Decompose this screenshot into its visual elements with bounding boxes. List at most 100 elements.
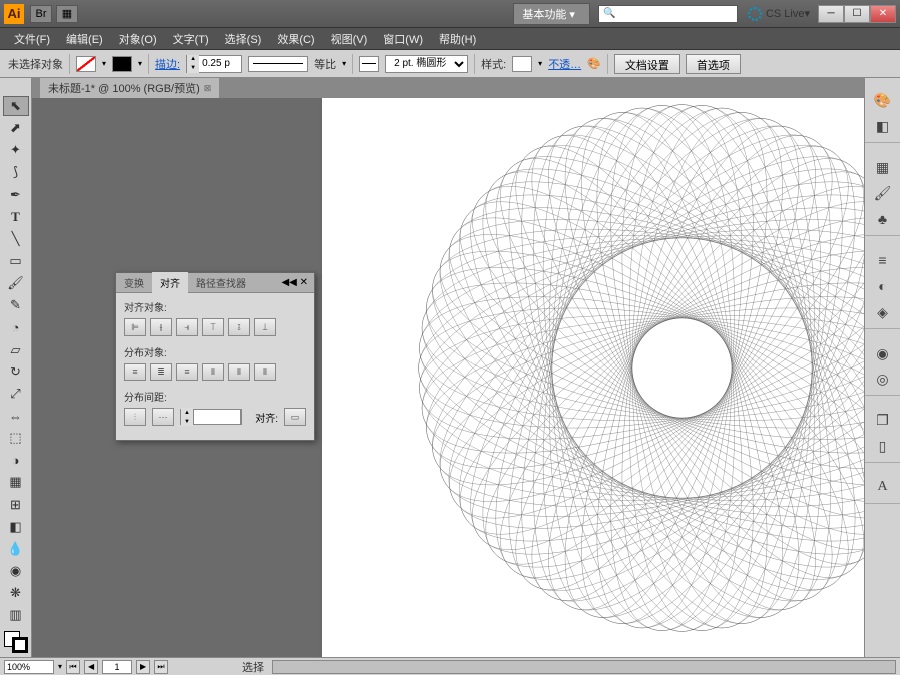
character-panel-icon[interactable]: A: [871, 475, 895, 499]
close-button[interactable]: ✕: [870, 5, 896, 23]
dist-vspace-button[interactable]: ⫶: [124, 408, 146, 426]
page-input[interactable]: [102, 660, 132, 674]
horizontal-scrollbar[interactable]: [272, 660, 896, 674]
close-tab-icon[interactable]: ⊠: [204, 83, 212, 94]
layers-panel-icon[interactable]: ❐: [871, 408, 895, 432]
align-top-button[interactable]: ⟙: [202, 318, 224, 336]
dist-vcenter-button[interactable]: ≣: [150, 363, 172, 381]
prev-page-button[interactable]: ◀: [84, 660, 98, 674]
menu-object[interactable]: 对象(O): [111, 31, 165, 47]
magic-wand-tool[interactable]: ✦: [3, 140, 29, 160]
next-page-button[interactable]: ▶: [136, 660, 150, 674]
align-tab[interactable]: 对齐: [152, 272, 188, 293]
color-guide-icon[interactable]: ◧: [871, 114, 895, 138]
distribute-spacing-label: 分布间距:: [124, 389, 306, 404]
cslive-button[interactable]: CS Live ▾: [748, 7, 810, 21]
align-objects-label: 对齐对象:: [124, 299, 306, 314]
align-left-button[interactable]: ⊫: [124, 318, 146, 336]
menu-select[interactable]: 选择(S): [217, 31, 270, 47]
zoom-input[interactable]: [4, 660, 54, 674]
line-tool[interactable]: ╲: [3, 229, 29, 249]
direct-selection-tool[interactable]: ⬈: [3, 118, 29, 138]
align-right-button[interactable]: ⫣: [176, 318, 198, 336]
search-input[interactable]: 🔍: [598, 5, 738, 23]
dist-hcenter-button[interactable]: ⦀: [228, 363, 250, 381]
last-page-button[interactable]: ⏭: [154, 660, 168, 674]
document-tab[interactable]: 未标题-1* @ 100% (RGB/预览)⊠: [40, 78, 219, 98]
panel-collapse-icon[interactable]: ◀◀ ✕: [275, 277, 314, 288]
artboards-panel-icon[interactable]: ▯: [871, 434, 895, 458]
symbol-sprayer-tool[interactable]: ❋: [3, 583, 29, 603]
color-picker[interactable]: [4, 631, 28, 653]
minimize-button[interactable]: ─: [818, 5, 844, 23]
align-bottom-button[interactable]: ⟘: [254, 318, 276, 336]
gradient-panel-icon[interactable]: ◐: [871, 274, 895, 298]
blend-tool[interactable]: ◉: [3, 561, 29, 581]
bridge-button[interactable]: Br: [30, 5, 52, 23]
shape-builder-tool[interactable]: ◑: [3, 450, 29, 470]
pencil-tool[interactable]: ✎: [3, 295, 29, 315]
menu-type[interactable]: 文字(T): [165, 31, 217, 47]
swatches-panel-icon[interactable]: ▦: [871, 155, 895, 179]
mesh-tool[interactable]: ⊞: [3, 495, 29, 515]
dist-right-button[interactable]: ⦀: [254, 363, 276, 381]
type-tool[interactable]: T: [3, 207, 29, 227]
fill-swatch[interactable]: [76, 56, 96, 72]
profile-select[interactable]: 2 pt. 椭圆形: [385, 55, 468, 73]
menu-view[interactable]: 视图(V): [323, 31, 376, 47]
stroke-weight-input[interactable]: ▲▼: [186, 55, 242, 73]
stroke-swatch[interactable]: [112, 56, 132, 72]
styles-panel-icon[interactable]: ◎: [871, 367, 895, 391]
spacing-input[interactable]: [193, 409, 241, 425]
stroke-dash-preview[interactable]: [248, 56, 308, 72]
free-transform-tool[interactable]: ⬚: [3, 428, 29, 448]
dist-hspace-button[interactable]: ⋯: [152, 408, 174, 426]
stroke-link[interactable]: 描边:: [155, 56, 180, 72]
first-page-button[interactable]: ⏮: [66, 660, 80, 674]
menu-window[interactable]: 窗口(W): [375, 31, 431, 47]
recolor-icon[interactable]: 🎨: [587, 57, 601, 70]
graph-tool[interactable]: ▥: [3, 605, 29, 625]
transparency-panel-icon[interactable]: ◈: [871, 300, 895, 324]
perspective-tool[interactable]: ▦: [3, 472, 29, 492]
stroke-panel-icon[interactable]: ≡: [871, 248, 895, 272]
brushes-panel-icon[interactable]: 🖌: [871, 181, 895, 205]
style-swatch[interactable]: [512, 56, 532, 72]
symbols-panel-icon[interactable]: ♣: [871, 207, 895, 231]
eyedropper-tool[interactable]: 💧: [3, 539, 29, 559]
appearance-panel-icon[interactable]: ◉: [871, 341, 895, 365]
menu-edit[interactable]: 编辑(E): [58, 31, 111, 47]
dist-left-button[interactable]: ⦀: [202, 363, 224, 381]
dist-top-button[interactable]: ≡: [124, 363, 146, 381]
selection-tool[interactable]: ⬉: [3, 96, 29, 116]
doc-setup-button[interactable]: 文档设置: [614, 54, 680, 74]
paintbrush-tool[interactable]: 🖌: [3, 273, 29, 293]
align-to-button[interactable]: ▭: [284, 408, 306, 426]
transform-tab[interactable]: 变换: [116, 272, 152, 293]
color-panel-icon[interactable]: 🎨: [871, 88, 895, 112]
maximize-button[interactable]: ☐: [844, 5, 870, 23]
rectangle-tool[interactable]: ▭: [3, 251, 29, 271]
lasso-tool[interactable]: ⟆: [3, 162, 29, 182]
eraser-tool[interactable]: ▱: [3, 340, 29, 360]
profile-preview[interactable]: [359, 56, 379, 72]
dist-bottom-button[interactable]: ≡: [176, 363, 198, 381]
align-hcenter-button[interactable]: ⫲: [150, 318, 172, 336]
rotate-tool[interactable]: ↻: [3, 362, 29, 382]
scale-tool[interactable]: ⤢: [3, 384, 29, 404]
align-panel: 变换 对齐 路径查找器 ◀◀ ✕ 对齐对象: ⊫ ⫲ ⫣ ⟙ ⫱ ⟘ 分布对象:…: [115, 272, 315, 441]
menu-file[interactable]: 文件(F): [6, 31, 58, 47]
workspace-selector[interactable]: 基本功能 ▾: [513, 3, 590, 25]
pen-tool[interactable]: ✒: [3, 185, 29, 205]
pathfinder-tab[interactable]: 路径查找器: [188, 272, 254, 293]
opacity-link[interactable]: 不透…: [548, 56, 581, 72]
menu-help[interactable]: 帮助(H): [431, 31, 484, 47]
menu-effect[interactable]: 效果(C): [269, 31, 322, 47]
gradient-tool[interactable]: ◧: [3, 517, 29, 537]
blob-brush-tool[interactable]: ◔: [3, 317, 29, 337]
align-vcenter-button[interactable]: ⫱: [228, 318, 250, 336]
arrange-button[interactable]: ▦: [56, 5, 78, 23]
cslive-icon: [748, 7, 762, 21]
prefs-button[interactable]: 首选项: [686, 54, 741, 74]
width-tool[interactable]: ⇔: [3, 406, 29, 426]
